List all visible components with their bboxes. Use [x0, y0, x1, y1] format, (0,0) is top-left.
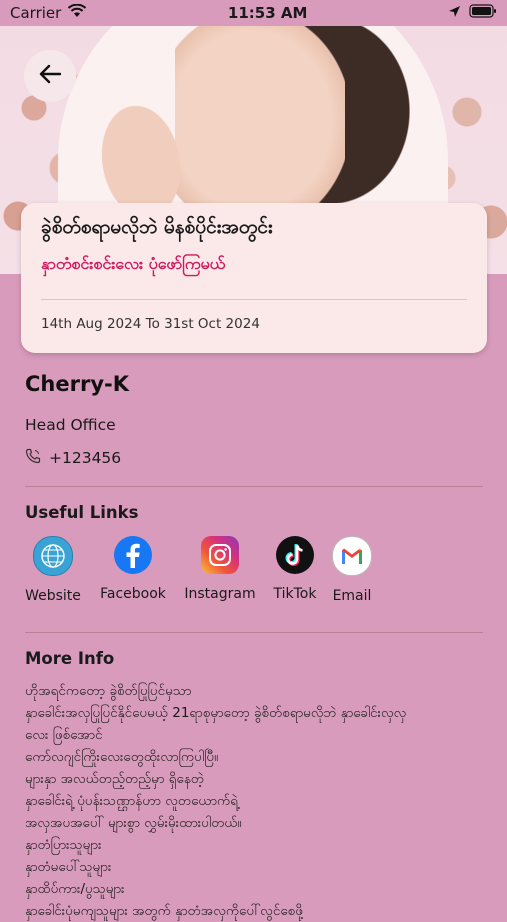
location-arrow-icon [448, 4, 461, 22]
link-label: Instagram [184, 586, 256, 602]
useful-links-row: Website Facebook Instagram TikTok Email [25, 536, 483, 616]
more-info-title: More Info [25, 649, 115, 668]
info-line: လေး ဖြစ်အောင် [25, 727, 103, 743]
battery-icon [469, 4, 497, 22]
promotion-subtitle: နှာတံစင်းစင်းလေး ပုံဖော်ကြမယ် [41, 254, 226, 273]
info-line: ဟိုအရင်ကတော့ ခွဲစိတ်ပြုပြင်မှသာ [25, 683, 192, 699]
carrier-label: Carrier [10, 4, 62, 22]
link-label: TikTok [273, 586, 317, 602]
facebook-icon [114, 536, 152, 574]
divider [25, 632, 483, 633]
phone-number: +123456 [49, 449, 122, 467]
link-website[interactable]: Website [25, 536, 81, 604]
promotion-title: ခွဲစိတ်စရာမလိုဘဲ မိနစ်ပိုင်းအတွင်း [41, 216, 273, 238]
info-line: ကော်လဂျင်ကြိုးလေးတွေထိုးလာကြပါပြီ။ [25, 749, 219, 765]
promotion-card: ခွဲစိတ်စရာမလိုဘဲ မိနစ်ပိုင်းအတွင်း နှာတံ… [21, 203, 487, 353]
link-label: Website [25, 588, 81, 604]
clinic-name: Cherry-K [25, 372, 129, 396]
gmail-icon [332, 536, 372, 576]
link-label: Email [332, 588, 372, 604]
model-face [175, 26, 345, 206]
link-tiktok[interactable]: TikTok [271, 536, 319, 602]
info-line: အလှအပအပေါ် များစွာ လွှမ်းမိုးထားပါတယ်။ [25, 815, 242, 831]
promotion-date-range: 14th Aug 2024 To 31st Oct 2024 [41, 316, 260, 332]
info-line: နှာခေါင်းအလှပြုပြင်နိုင်ပေမယ့် 21ရာစုမှာ… [25, 705, 407, 721]
useful-links-title: Useful Links [25, 503, 139, 522]
link-instagram[interactable]: Instagram [183, 536, 257, 602]
link-email[interactable]: Email [331, 536, 373, 604]
status-bar: Carrier 11:53 AM [0, 0, 507, 26]
more-info-text: ဟိုအရင်ကတော့ ခွဲစိတ်ပြုပြင်မှသာ နှာခေါင်… [25, 680, 483, 922]
tiktok-icon [276, 536, 314, 574]
phone-row[interactable]: +123456 [25, 448, 483, 468]
globe-icon [33, 536, 73, 576]
info-line: နှာခေါင်းပုံမကျသူများ အတွက် နှာတံအလှကိုပ… [25, 903, 303, 919]
info-line: နှာတံမပေါ်သူများ [25, 859, 112, 875]
back-button[interactable] [24, 50, 76, 102]
details-section: Cherry-K Head Office +123456 Useful Link… [25, 372, 483, 922]
info-line: နှာခေါင်းရဲ့ ပုံပန်းသဏ္ဌာန်ဟာ လူတယောက်ရဲ… [25, 793, 239, 809]
clock: 11:53 AM [227, 4, 308, 22]
instagram-icon [201, 536, 239, 574]
link-label: Facebook [100, 586, 166, 602]
wifi-icon [67, 3, 87, 22]
info-line: များနှာ အလယ်တည့်တည့်မှာ ရှိနေတဲ့ [25, 771, 204, 787]
branch-name: Head Office [25, 416, 116, 434]
divider [25, 486, 483, 487]
link-facebook[interactable]: Facebook [97, 536, 169, 602]
info-line: နှာတံပြားသူများ [25, 837, 102, 853]
info-line: နှာထိပ်ကား/ပွသူများ [25, 881, 125, 897]
arrow-left-icon [39, 64, 62, 88]
promotion-divider [41, 299, 467, 300]
phone-icon [25, 448, 41, 468]
